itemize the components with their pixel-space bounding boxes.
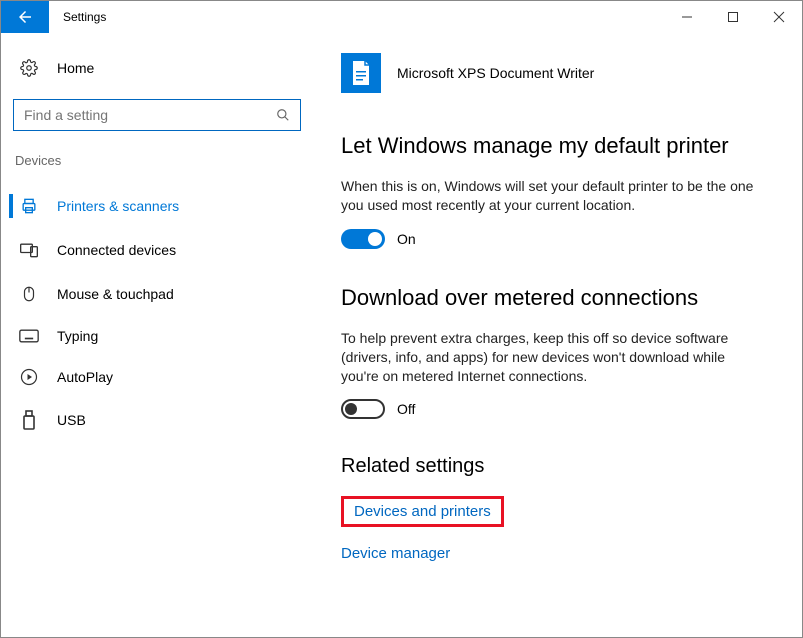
mouse-icon bbox=[19, 284, 39, 304]
nav-usb[interactable]: USB bbox=[9, 398, 303, 442]
link-devices-and-printers[interactable]: Devices and printers bbox=[354, 503, 491, 520]
home-label: Home bbox=[57, 60, 94, 76]
nav-label: Mouse & touchpad bbox=[57, 286, 174, 302]
nav-label: Typing bbox=[57, 328, 98, 344]
window-title: Settings bbox=[63, 10, 106, 24]
toggle-label: Off bbox=[397, 401, 415, 417]
section-title-default-printer: Let Windows manage my default printer bbox=[341, 133, 772, 159]
nav-label: AutoPlay bbox=[57, 369, 113, 385]
home-button[interactable]: Home bbox=[9, 51, 303, 85]
toggle-default-printer[interactable] bbox=[341, 229, 385, 249]
document-writer-icon bbox=[341, 53, 381, 93]
printer-name: Microsoft XPS Document Writer bbox=[397, 65, 594, 81]
nav-typing[interactable]: Typing bbox=[9, 316, 303, 356]
nav-connected-devices[interactable]: Connected devices bbox=[9, 228, 303, 272]
search-input[interactable] bbox=[24, 107, 276, 123]
section-title-metered: Download over metered connections bbox=[341, 285, 772, 311]
nav-printers-scanners[interactable]: Printers & scanners bbox=[9, 184, 303, 228]
main-panel: Microsoft XPS Document Writer Let Window… bbox=[311, 33, 802, 637]
search-icon bbox=[276, 108, 290, 122]
sidebar: Home Devices Printers & scanners Connect… bbox=[1, 33, 311, 637]
nav-label: USB bbox=[57, 412, 86, 428]
nav-label: Printers & scanners bbox=[57, 198, 179, 214]
usb-icon bbox=[19, 410, 39, 430]
maximize-button[interactable] bbox=[710, 1, 756, 33]
printer-icon bbox=[19, 196, 39, 216]
section-title-related: Related settings bbox=[341, 455, 772, 478]
devices-icon bbox=[19, 240, 39, 260]
keyboard-icon bbox=[19, 328, 39, 344]
nav-autoplay[interactable]: AutoPlay bbox=[9, 356, 303, 398]
close-button[interactable] bbox=[756, 1, 802, 33]
search-input-container[interactable] bbox=[13, 99, 301, 131]
back-button[interactable] bbox=[1, 1, 49, 33]
section-desc: To help prevent extra charges, keep this… bbox=[341, 329, 761, 386]
nav-label: Connected devices bbox=[57, 242, 176, 258]
printer-entry[interactable]: Microsoft XPS Document Writer bbox=[341, 53, 772, 93]
section-desc: When this is on, Windows will set your d… bbox=[341, 177, 761, 215]
toggle-metered[interactable] bbox=[341, 399, 385, 419]
gear-icon bbox=[19, 59, 39, 77]
highlight-box: Devices and printers bbox=[341, 496, 504, 527]
minimize-button[interactable] bbox=[664, 1, 710, 33]
category-label: Devices bbox=[15, 153, 303, 168]
autoplay-icon bbox=[19, 368, 39, 386]
nav-mouse-touchpad[interactable]: Mouse & touchpad bbox=[9, 272, 303, 316]
link-device-manager[interactable]: Device manager bbox=[341, 545, 450, 562]
toggle-label: On bbox=[397, 231, 416, 247]
